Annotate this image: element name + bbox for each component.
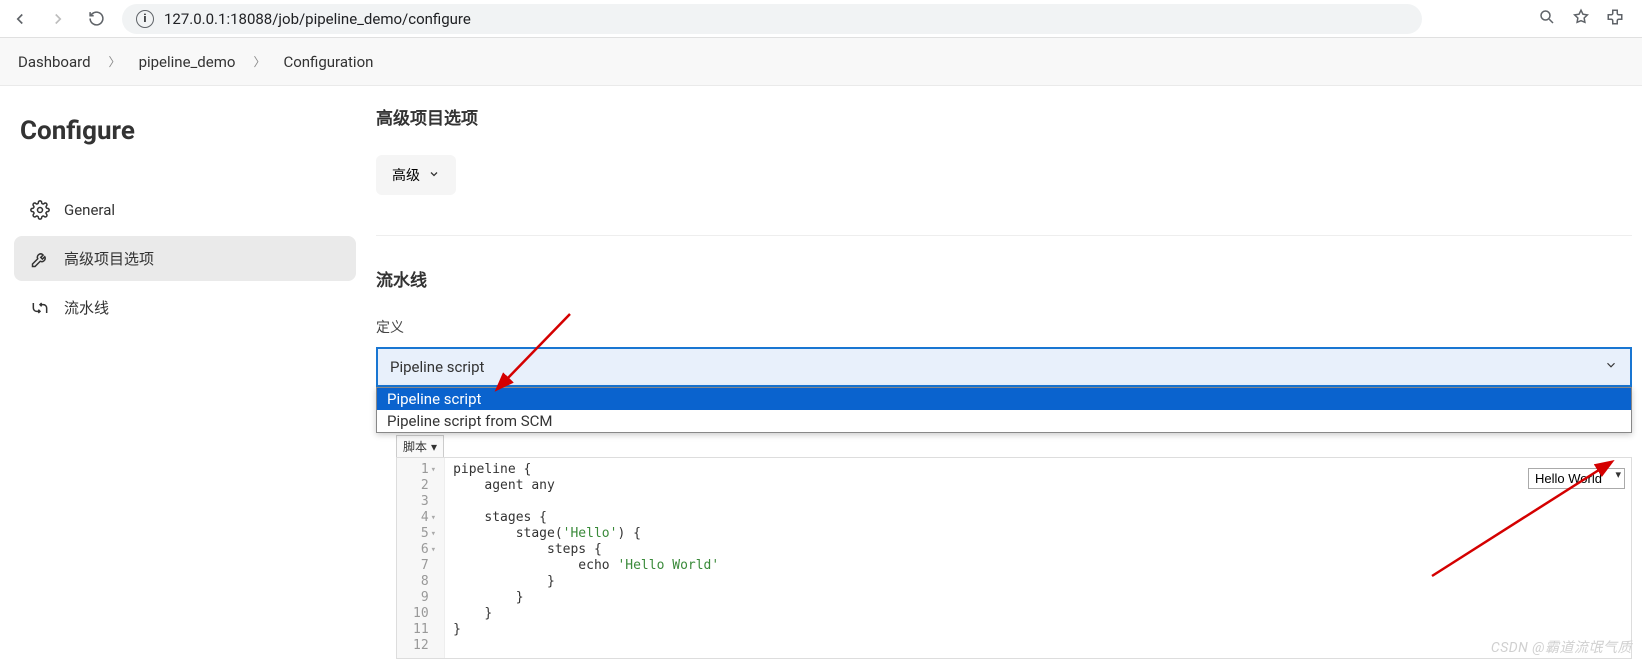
section-advanced-heading: 高级项目选项 <box>376 104 1632 129</box>
section-pipeline-heading: 流水线 <box>376 266 1632 291</box>
sidebar-item-label: 高级项目选项 <box>64 248 154 269</box>
definition-option[interactable]: Pipeline script <box>377 388 1631 410</box>
sidebar-item-label: 流水线 <box>64 297 109 318</box>
address-bar[interactable]: i 127.0.0.1:18088/job/pipeline_demo/conf… <box>122 4 1422 34</box>
definition-option[interactable]: Pipeline script from SCM <box>377 410 1631 432</box>
sidebar-item-pipeline[interactable]: 流水线 <box>14 285 356 330</box>
chevron-down-icon <box>1604 358 1618 376</box>
definition-select-wrap: Pipeline script Pipeline script Pipeline… <box>376 347 1632 387</box>
script-tab[interactable]: 脚本 ▾ <box>396 435 444 457</box>
chevron-right-icon: 〉 <box>109 53 121 70</box>
info-icon: i <box>136 10 154 28</box>
forward-button[interactable] <box>46 7 70 31</box>
back-button[interactable] <box>8 7 32 31</box>
divider <box>376 235 1632 236</box>
star-icon[interactable] <box>1572 8 1590 30</box>
definition-dropdown: Pipeline script Pipeline script from SCM <box>376 387 1632 433</box>
watermark: CSDN @霸道流氓气质 <box>1491 637 1632 657</box>
definition-label: 定义 <box>376 317 1632 337</box>
breadcrumb-item[interactable]: Dashboard <box>18 53 91 71</box>
page-title: Configure <box>20 116 356 146</box>
definition-select[interactable]: Pipeline script <box>376 347 1632 387</box>
advanced-button-label: 高级 <box>392 165 420 185</box>
editor-code[interactable]: pipeline { agent any stages { stage('Hel… <box>445 458 727 658</box>
chevron-down-icon: ▾ <box>431 440 437 454</box>
advanced-button[interactable]: 高级 <box>376 155 456 195</box>
sample-script-select[interactable]: Hello World <box>1528 468 1625 489</box>
pipeline-icon <box>30 298 50 318</box>
breadcrumb: Dashboard 〉 pipeline_demo 〉 Configuratio… <box>0 38 1642 86</box>
definition-selected-value: Pipeline script <box>390 358 484 376</box>
editor-gutter: 1 ▾2 3 4 ▾5 ▾6 ▾7 8 9 10 11 12 <box>397 458 445 658</box>
extensions-icon[interactable] <box>1606 8 1624 30</box>
sidebar: Configure General 高级项目选项 流水线 <box>0 86 370 663</box>
chevron-down-icon <box>428 167 440 183</box>
browser-toolbar: i 127.0.0.1:18088/job/pipeline_demo/conf… <box>0 0 1642 38</box>
breadcrumb-item[interactable]: pipeline_demo <box>139 53 236 71</box>
breadcrumb-item[interactable]: Configuration <box>283 53 373 71</box>
sidebar-item-advanced[interactable]: 高级项目选项 <box>14 236 356 281</box>
main-panel: 高级项目选项 高级 流水线 定义 Pipeline script Pipelin… <box>370 86 1642 663</box>
gear-icon <box>30 200 50 220</box>
zoom-icon[interactable] <box>1538 8 1556 30</box>
chevron-right-icon: 〉 <box>253 53 265 70</box>
url-text: 127.0.0.1:18088/job/pipeline_demo/config… <box>164 10 471 28</box>
sidebar-item-general[interactable]: General <box>14 188 356 232</box>
sidebar-item-label: General <box>64 201 115 219</box>
script-editor[interactable]: Hello World 1 ▾2 3 4 ▾5 ▾6 ▾7 8 9 10 11 … <box>396 457 1632 659</box>
wrench-icon <box>30 249 50 269</box>
reload-button[interactable] <box>84 7 108 31</box>
